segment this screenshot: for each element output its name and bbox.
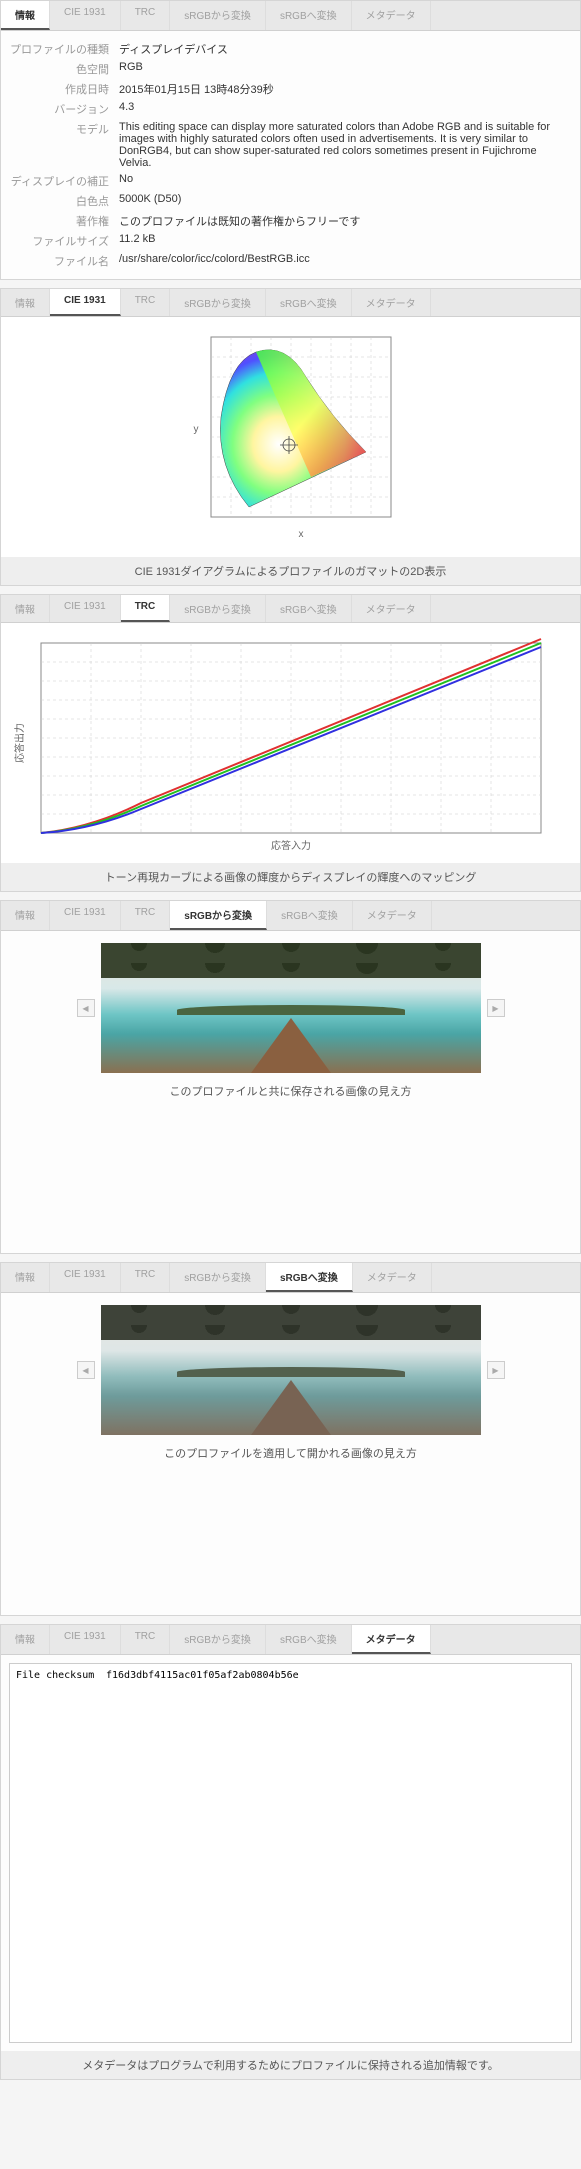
tab-to-srgb[interactable]: sRGBへ変換 xyxy=(267,901,353,930)
tab-info[interactable]: 情報 xyxy=(1,1263,50,1292)
tab-trc[interactable]: TRC xyxy=(121,1,171,30)
tab-to-srgb[interactable]: sRGBへ変換 xyxy=(266,1625,352,1654)
value-profile-type: ディスプレイデバイス xyxy=(119,41,572,57)
next-image-button[interactable]: ▶ xyxy=(487,999,505,1017)
tab-trc[interactable]: TRC xyxy=(121,901,171,930)
tabs-1: 情報 CIE 1931 TRC sRGBから変換 sRGBへ変換 メタデータ xyxy=(1,1,580,31)
prev-image-button[interactable]: ◀ xyxy=(77,1361,95,1379)
prev-image-button[interactable]: ◀ xyxy=(77,999,95,1017)
tab-to-srgb[interactable]: sRGBへ変換 xyxy=(266,595,352,622)
from-srgb-content: ◀ ▶ このプロファイルと共に保存される画像の見え方 xyxy=(1,931,580,1253)
tab-info[interactable]: 情報 xyxy=(1,1625,50,1654)
value-model: This editing space can display more satu… xyxy=(119,121,572,169)
tab-info[interactable]: 情報 xyxy=(1,1,50,30)
panel-to-srgb: 情報 CIE 1931 TRC sRGBから変換 sRGBへ変換 メタデータ ◀… xyxy=(0,1262,581,1616)
label-filename: ファイル名 xyxy=(9,253,119,269)
tab-to-srgb[interactable]: sRGBへ変換 xyxy=(266,1,352,30)
label-created: 作成日時 xyxy=(9,81,119,97)
tab-trc[interactable]: TRC xyxy=(121,1625,171,1654)
value-filesize: 11.2 kB xyxy=(119,233,572,249)
tab-from-srgb[interactable]: sRGBから変換 xyxy=(170,1625,266,1654)
value-filename: /usr/share/color/icc/colord/BestRGB.icc xyxy=(119,253,572,269)
metadata-body: File checksum f16d3dbf4115ac01f05af2ab08… xyxy=(9,1663,572,2043)
label-filesize: ファイルサイズ xyxy=(9,233,119,249)
tab-trc[interactable]: TRC xyxy=(121,595,171,622)
panel-metadata: 情報 CIE 1931 TRC sRGBから変換 sRGBへ変換 メタデータ F… xyxy=(0,1624,581,2080)
tab-cie[interactable]: CIE 1931 xyxy=(50,1625,121,1654)
tabs-2: 情報 CIE 1931 TRC sRGBから変換 sRGBへ変換 メタデータ xyxy=(1,289,580,317)
label-whitepoint: 白色点 xyxy=(9,193,119,209)
value-display-corr: No xyxy=(119,173,572,189)
label-model: モデル xyxy=(9,121,119,169)
tab-info[interactable]: 情報 xyxy=(1,595,50,622)
tab-metadata[interactable]: メタデータ xyxy=(353,1263,432,1292)
panel-info: 情報 CIE 1931 TRC sRGBから変換 sRGBへ変換 メタデータ プ… xyxy=(0,0,581,280)
metadata-value: f16d3dbf4115ac01f05af2ab0804b56e xyxy=(106,1670,299,1681)
value-created: 2015年01月15日 13時48分39秒 xyxy=(119,81,572,97)
tab-from-srgb[interactable]: sRGBから変換 xyxy=(170,1,266,30)
cie-xlabel: x xyxy=(298,529,303,540)
value-whitepoint: 5000K (D50) xyxy=(119,193,572,209)
value-version: 4.3 xyxy=(119,101,572,117)
label-version: バージョン xyxy=(9,101,119,117)
tab-cie[interactable]: CIE 1931 xyxy=(50,1,121,30)
cie-caption: CIE 1931ダイアグラムによるプロファイルのガマットの2D表示 xyxy=(1,557,580,585)
metadata-content: File checksum f16d3dbf4115ac01f05af2ab08… xyxy=(1,1655,580,2051)
tabs-4: 情報 CIE 1931 TRC sRGBから変換 sRGBへ変換 メタデータ xyxy=(1,901,580,931)
trc-xlabel: 応答入力 xyxy=(271,839,311,852)
tab-metadata[interactable]: メタデータ xyxy=(352,595,431,622)
tab-from-srgb[interactable]: sRGBから変換 xyxy=(170,289,266,316)
tab-to-srgb[interactable]: sRGBへ変換 xyxy=(266,289,352,316)
next-image-button[interactable]: ▶ xyxy=(487,1361,505,1379)
tab-info[interactable]: 情報 xyxy=(1,289,50,316)
info-content: プロファイルの種類ディスプレイデバイス 色空間RGB 作成日時2015年01月1… xyxy=(1,31,580,279)
label-copyright: 著作権 xyxy=(9,213,119,229)
label-display-corr: ディスプレイの補正 xyxy=(9,173,119,189)
tabs-5: 情報 CIE 1931 TRC sRGBから変換 sRGBへ変換 メタデータ xyxy=(1,1263,580,1293)
label-colorspace: 色空間 xyxy=(9,61,119,77)
cie-chart: x y xyxy=(1,317,580,557)
to-srgb-content: ◀ ▶ このプロファイルを適用して開かれる画像の見え方 xyxy=(1,1293,580,1615)
tab-cie[interactable]: CIE 1931 xyxy=(50,901,121,930)
trc-ylabel: 応答出力 xyxy=(13,723,26,763)
tab-cie[interactable]: CIE 1931 xyxy=(50,289,121,316)
label-profile-type: プロファイルの種類 xyxy=(9,41,119,57)
tab-to-srgb[interactable]: sRGBへ変換 xyxy=(266,1263,353,1292)
tabs-6: 情報 CIE 1931 TRC sRGBから変換 sRGBへ変換 メタデータ xyxy=(1,1625,580,1655)
panel-cie: 情報 CIE 1931 TRC sRGBから変換 sRGBへ変換 メタデータ xyxy=(0,288,581,586)
tab-metadata[interactable]: メタデータ xyxy=(353,901,432,930)
metadata-footer: メタデータはプログラムで利用するためにプロファイルに保持される追加情報です。 xyxy=(1,2051,580,2079)
panel-trc: 情報 CIE 1931 TRC sRGBから変換 sRGBへ変換 メタデータ 応… xyxy=(0,594,581,892)
tab-from-srgb[interactable]: sRGBから変換 xyxy=(170,595,266,622)
tab-from-srgb[interactable]: sRGBから変換 xyxy=(170,901,267,930)
tab-trc[interactable]: TRC xyxy=(121,1263,171,1292)
preview-image-to-srgb xyxy=(101,1305,481,1435)
from-srgb-caption: このプロファイルと共に保存される画像の見え方 xyxy=(9,1077,572,1105)
tab-metadata[interactable]: メタデータ xyxy=(352,1,431,30)
tab-info[interactable]: 情報 xyxy=(1,901,50,930)
to-srgb-caption: このプロファイルを適用して開かれる画像の見え方 xyxy=(9,1439,572,1467)
panel-from-srgb: 情報 CIE 1931 TRC sRGBから変換 sRGBへ変換 メタデータ ◀… xyxy=(0,900,581,1254)
metadata-key: File checksum xyxy=(16,1670,106,1681)
tab-cie[interactable]: CIE 1931 xyxy=(50,1263,121,1292)
preview-image-from-srgb xyxy=(101,943,481,1073)
tab-metadata[interactable]: メタデータ xyxy=(352,1625,431,1654)
tab-from-srgb[interactable]: sRGBから変換 xyxy=(170,1263,266,1292)
trc-chart: 応答入力 応答出力 xyxy=(1,623,580,863)
tab-trc[interactable]: TRC xyxy=(121,289,171,316)
metadata-row: File checksum f16d3dbf4115ac01f05af2ab08… xyxy=(16,1670,565,1681)
cie-ylabel: y xyxy=(193,424,198,435)
value-copyright: このプロファイルは既知の著作権からフリーです xyxy=(119,213,572,229)
tab-cie[interactable]: CIE 1931 xyxy=(50,595,121,622)
tab-metadata[interactable]: メタデータ xyxy=(352,289,431,316)
value-colorspace: RGB xyxy=(119,61,572,77)
trc-caption: トーン再現カーブによる画像の輝度からディスプレイの輝度へのマッピング xyxy=(1,863,580,891)
tabs-3: 情報 CIE 1931 TRC sRGBから変換 sRGBへ変換 メタデータ xyxy=(1,595,580,623)
